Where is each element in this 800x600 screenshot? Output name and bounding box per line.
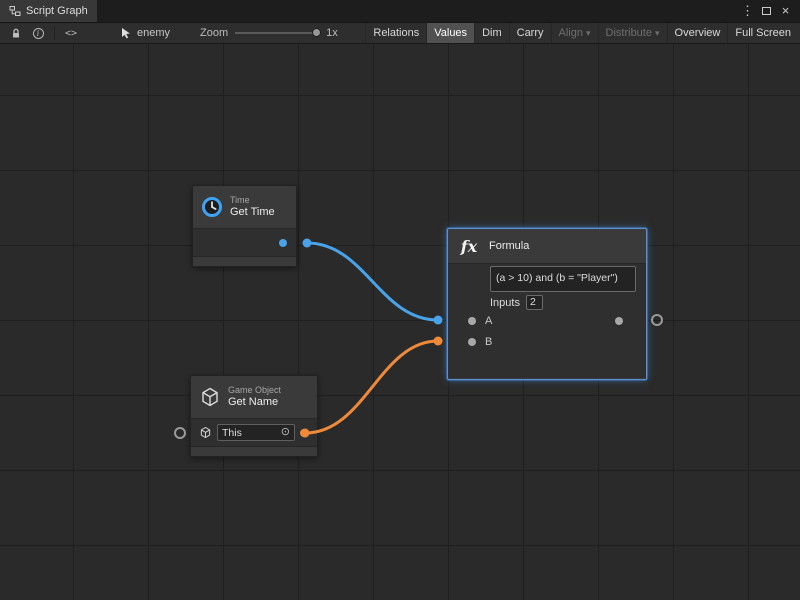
dropdown-arrow-icon: ▾ <box>586 28 591 39</box>
cube-icon <box>199 386 221 408</box>
graph-breadcrumb[interactable]: enemy <box>120 27 170 39</box>
formula-inputs-row: Inputs 2 <box>490 295 636 310</box>
port-label-a: A <box>485 315 492 327</box>
edit-source-button[interactable]: <> <box>60 23 82 43</box>
formula-port-row-b: B <box>458 331 636 352</box>
node-title: Formula <box>489 240 529 252</box>
tab-script-graph[interactable]: Script Graph <box>0 0 97 22</box>
maximize-box <box>762 7 771 15</box>
graph-toolbar: i <> enemy Zoom 1x Relations Values Dim … <box>0 22 800 44</box>
result-port-hollow[interactable] <box>651 314 663 326</box>
node-get-time-body <box>193 228 296 256</box>
lock-button[interactable] <box>5 23 27 43</box>
node-get-name-header[interactable]: Game Object Get Name <box>191 376 317 418</box>
node-titles: Game Object Get Name <box>228 385 281 409</box>
titlebar: Script Graph ⋮ × <box>0 0 800 22</box>
target-object-dropdown[interactable]: This ⊙ <box>217 424 295 441</box>
inputs-label: Inputs <box>490 297 520 309</box>
toolbar-button-align[interactable]: Align▾ <box>551 23 598 43</box>
info-button[interactable]: i <box>27 23 49 43</box>
graph-name: enemy <box>137 27 170 39</box>
wire-getname-to-formula-b[interactable] <box>305 341 438 433</box>
graph-canvas[interactable]: Time Get Time fx Formula (a > 10) and (b… <box>0 44 800 600</box>
close-icon[interactable]: × <box>776 0 795 22</box>
tab-title: Script Graph <box>26 5 88 17</box>
formula-port-row-a: A <box>458 310 636 331</box>
node-get-time-header[interactable]: Time Get Time <box>193 186 296 228</box>
node-category: Time <box>230 195 275 206</box>
node-category: Game Object <box>228 385 281 396</box>
zoom-value: 1x <box>326 27 338 39</box>
input-port-a[interactable] <box>468 317 476 325</box>
toolbar-button-overview[interactable]: Overview <box>667 23 728 43</box>
node-footer <box>193 256 296 266</box>
formula-inputs-count-input[interactable]: 2 <box>526 295 543 310</box>
input-port-b[interactable] <box>468 338 476 346</box>
object-picker-icon[interactable]: ⊙ <box>281 427 290 438</box>
output-port-time[interactable] <box>279 239 287 247</box>
zoom-slider-handle[interactable] <box>312 28 321 37</box>
toolbar-separator <box>54 27 55 40</box>
toolbar-button-values[interactable]: Values <box>426 23 474 43</box>
wire-layer <box>0 44 800 600</box>
zoom-control: Zoom 1x <box>200 27 338 39</box>
node-get-name[interactable]: Game Object Get Name This ⊙ <box>190 375 318 457</box>
clock-icon <box>201 196 223 218</box>
target-object-value: This <box>222 427 242 439</box>
toolbar-button-relations[interactable]: Relations <box>365 23 426 43</box>
node-get-name-body: This ⊙ <box>191 418 317 446</box>
cube-icon-small <box>199 426 212 439</box>
kebab-menu-icon[interactable]: ⋮ <box>738 0 757 22</box>
code-icon: <> <box>65 28 77 39</box>
toolbar-button-dim[interactable]: Dim <box>474 23 509 43</box>
formula-fx-icon: fx <box>456 237 482 256</box>
output-port-result[interactable] <box>615 317 623 325</box>
zoom-label: Zoom <box>200 27 228 39</box>
node-title: Get Name <box>228 396 281 409</box>
node-formula-body: (a > 10) and (b = "Player") Inputs 2 A B <box>448 263 646 378</box>
toolbar-button-fullscreen[interactable]: Full Screen <box>727 23 798 43</box>
target-port-hollow[interactable] <box>174 427 186 439</box>
wire-gettime-to-formula-a[interactable] <box>307 243 438 320</box>
node-get-time[interactable]: Time Get Time <box>192 185 297 267</box>
dropdown-arrow-icon: ▾ <box>655 28 660 39</box>
node-formula[interactable]: fx Formula (a > 10) and (b = "Player") I… <box>447 228 647 380</box>
port-label-b: B <box>485 336 492 348</box>
node-footer <box>191 446 317 456</box>
lock-icon <box>10 27 22 39</box>
window-controls: ⋮ × <box>738 0 800 22</box>
node-formula-header[interactable]: fx Formula <box>448 229 646 263</box>
script-graph-window: Script Graph ⋮ × i <> enemy <box>0 0 800 600</box>
info-icon: i <box>33 28 44 39</box>
formula-expression-text: (a > 10) and (b = "Player") <box>496 272 618 284</box>
toolbar-button-distribute[interactable]: Distribute▾ <box>598 23 667 43</box>
toolbar-button-carry[interactable]: Carry <box>509 23 551 43</box>
node-title: Get Time <box>230 206 275 219</box>
toolbar-buttons: Relations Values Dim Carry Align▾ Distri… <box>365 23 800 43</box>
formula-expression-input[interactable]: (a > 10) and (b = "Player") <box>490 266 636 292</box>
node-titles: Time Get Time <box>230 195 275 219</box>
script-graph-icon <box>9 5 21 17</box>
maximize-icon[interactable] <box>757 0 776 22</box>
graph-pointer-icon <box>120 27 132 39</box>
zoom-slider-track[interactable] <box>235 32 319 34</box>
